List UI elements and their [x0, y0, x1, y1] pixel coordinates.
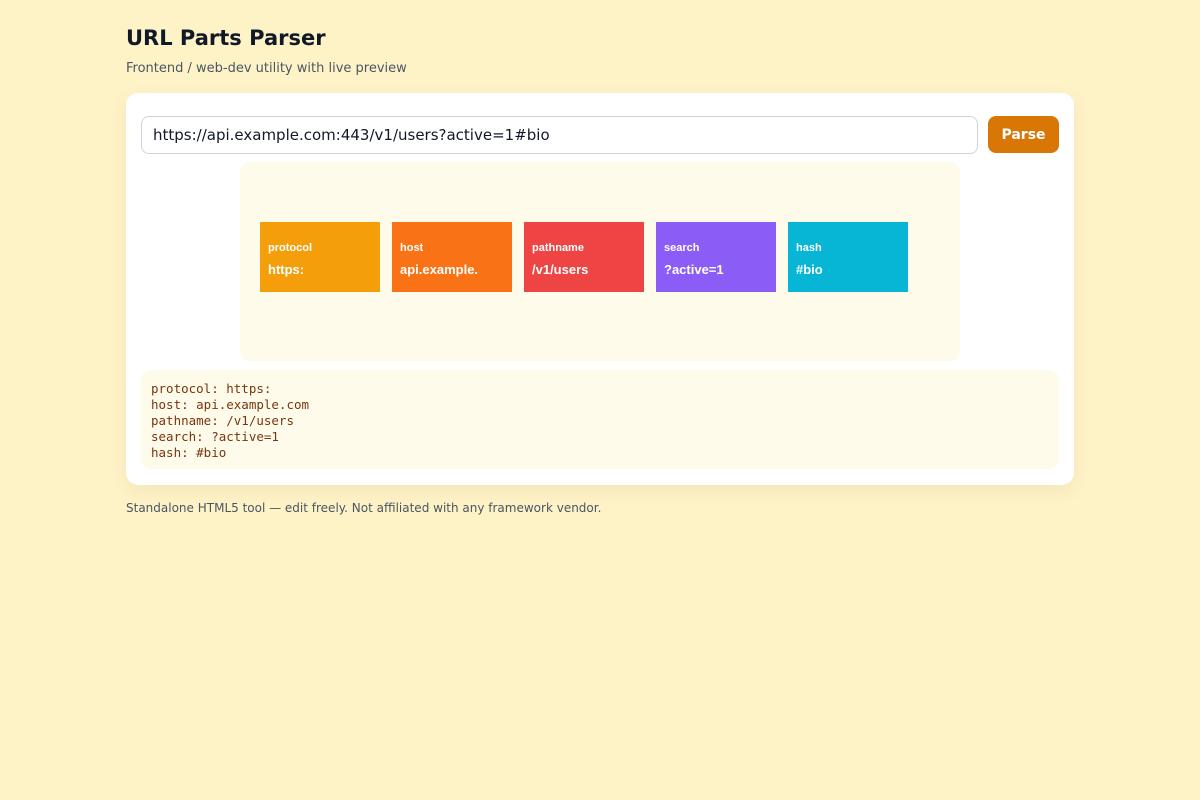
part-label: host	[400, 242, 424, 254]
output-line: search: ?active=1	[151, 429, 279, 444]
output-line: hash: #bio	[151, 445, 227, 460]
output-line: protocol: https:	[151, 381, 272, 396]
parse-button[interactable]: Parse	[988, 116, 1059, 153]
part-block-pathname: pathname /v1/users	[524, 222, 644, 292]
part-label: hash	[796, 242, 822, 254]
part-label: protocol	[268, 242, 312, 254]
part-value: https:	[268, 262, 305, 277]
parser-card: Parse protocol https: host api.example. …	[126, 93, 1074, 485]
part-value: /v1/users	[532, 262, 589, 277]
part-value: #bio	[796, 262, 823, 277]
part-value: ?active=1	[664, 262, 724, 277]
part-block-protocol: protocol https:	[260, 222, 380, 292]
page-subtitle: Frontend / web-dev utility with live pre…	[126, 61, 407, 76]
page-title: URL Parts Parser	[126, 26, 326, 50]
part-block-hash: hash #bio	[788, 222, 908, 292]
part-block-host: host api.example.	[392, 222, 512, 292]
output-line: pathname: /v1/users	[151, 413, 294, 428]
output-line: host: api.example.com	[151, 397, 310, 412]
part-label: search	[664, 242, 700, 254]
part-block-search: search ?active=1	[656, 222, 776, 292]
parsed-output: protocol: https: host: api.example.com p…	[141, 370, 1059, 469]
part-value: api.example.	[400, 262, 479, 277]
part-label: pathname	[532, 242, 584, 254]
url-parts-preview: protocol https: host api.example. pathna…	[240, 162, 960, 361]
url-input[interactable]	[141, 116, 978, 154]
footer-note: Standalone HTML5 tool — edit freely. Not…	[126, 501, 602, 515]
